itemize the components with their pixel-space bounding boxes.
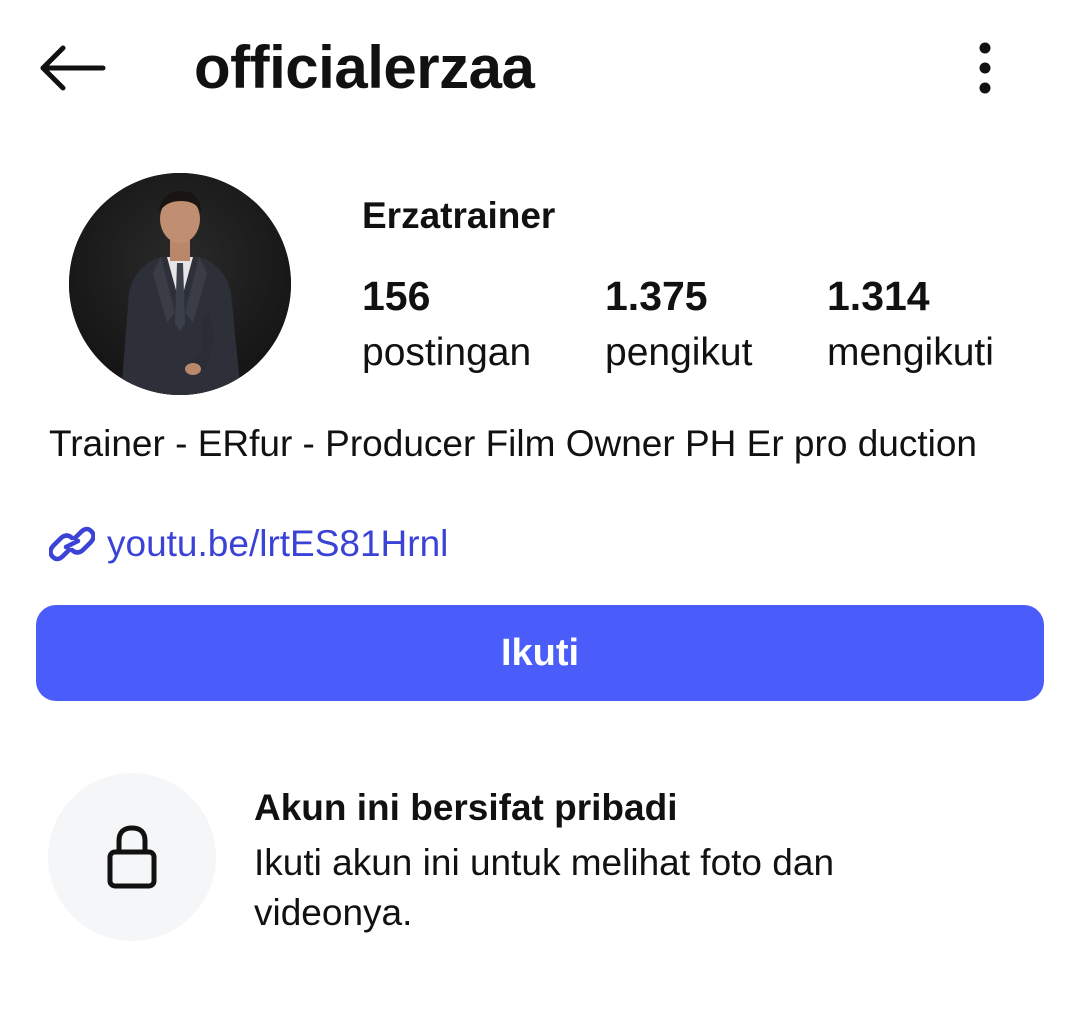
- lock-icon: [107, 825, 157, 889]
- stat-following-count: 1.314: [827, 273, 930, 319]
- profile-bio: Trainer - ERfur - Producer Film Owner PH…: [49, 423, 977, 464]
- stat-following[interactable]: 1.314 mengikuti: [827, 272, 994, 378]
- arrow-left-icon: [40, 45, 106, 91]
- profile-photo: [69, 173, 291, 395]
- back-button[interactable]: [32, 36, 112, 100]
- link-icon: [49, 526, 95, 562]
- private-account-notice: Akun ini bersifat pribadi Ikuti akun ini…: [0, 760, 1080, 960]
- profile-link-text: youtu.be/lrtES81Hrnl: [107, 523, 449, 564]
- stat-followers-count: 1.375: [605, 273, 708, 319]
- more-vertical-icon: [979, 42, 991, 94]
- stat-followers[interactable]: 1.375 pengikut: [605, 272, 752, 378]
- top-bar: officialerzaa: [0, 0, 1080, 140]
- stat-followers-label: pengikut: [605, 331, 753, 374]
- stat-following-label: mengikuti: [827, 331, 994, 374]
- profile-link[interactable]: youtu.be/lrtES81Hrnl: [49, 520, 448, 568]
- more-options-button[interactable]: [960, 36, 1010, 100]
- avatar[interactable]: [69, 173, 291, 395]
- lock-circle: [48, 773, 216, 941]
- stat-posts-label: postingan: [362, 331, 532, 374]
- profile-display-name: Erzatrainer: [362, 195, 556, 236]
- follow-button[interactable]: Ikuti: [36, 605, 1044, 701]
- stat-posts[interactable]: 156 postingan: [362, 272, 531, 378]
- private-account-title: Akun ini bersifat pribadi: [254, 787, 678, 828]
- private-account-description: Ikuti akun ini untuk melihat foto dan vi…: [254, 842, 835, 933]
- profile-username: officialerzaa: [194, 34, 535, 101]
- stat-posts-count: 156: [362, 273, 431, 319]
